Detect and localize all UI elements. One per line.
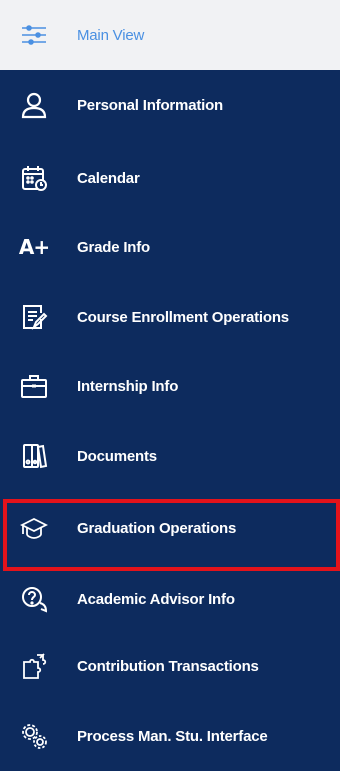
sidebar-item-label: Course Enrollment Operations — [77, 308, 289, 326]
sidebar-item-personal-information[interactable]: Personal Information — [0, 72, 340, 138]
sidebar-item-grade-info[interactable]: A+ Grade Info — [0, 214, 340, 280]
sidebar-item-label: Personal Information — [77, 96, 224, 114]
puzzle-icon — [19, 651, 49, 681]
sidebar-item-label: Graduation Operations — [77, 519, 237, 537]
briefcase-icon — [19, 371, 49, 401]
sidebar-item-label: Process Man. Stu. Interface — [77, 727, 268, 745]
sidebar-item-documents[interactable]: Documents — [0, 423, 340, 489]
sidebar-item-main-view[interactable]: Main View — [0, 0, 340, 70]
sidebar-item-academic-advisor-info[interactable]: Academic Advisor Info — [0, 566, 340, 632]
sidebar-item-course-enrollment-operations[interactable]: Course Enrollment Operations — [0, 284, 340, 350]
sidebar-item-label: Internship Info — [77, 377, 179, 395]
sidebar-item-graduation-operations[interactable]: Graduation Operations — [0, 493, 340, 563]
sidebar-item-internship-info[interactable]: Internship Info — [0, 353, 340, 419]
user-icon — [19, 90, 49, 120]
document-edit-icon — [19, 302, 49, 332]
sidebar-item-label: Main View — [77, 26, 145, 44]
sidebar-item-label: Documents — [77, 447, 157, 465]
binders-icon — [19, 441, 49, 471]
sidebar-item-label: Contribution Transactions — [77, 657, 259, 675]
sidebar-item-process-man-stu-interface[interactable]: Process Man. Stu. Interface — [0, 703, 340, 769]
sidebar-item-label: Calendar — [77, 169, 140, 187]
question-chat-icon — [19, 584, 49, 614]
sidebar: Main View Personal Information Calendar — [0, 0, 340, 771]
sidebar-item-calendar[interactable]: Calendar — [0, 145, 340, 211]
sidebar-item-label: Grade Info — [77, 238, 151, 256]
gears-icon — [19, 721, 49, 751]
sidebar-item-label: Academic Advisor Info — [77, 590, 235, 608]
sidebar-item-contribution-transactions[interactable]: Contribution Transactions — [0, 633, 340, 699]
sliders-icon — [19, 20, 49, 50]
graduation-cap-icon — [19, 513, 49, 543]
grade-a-plus-icon: A+ — [18, 235, 50, 259]
calendar-icon — [19, 163, 49, 193]
